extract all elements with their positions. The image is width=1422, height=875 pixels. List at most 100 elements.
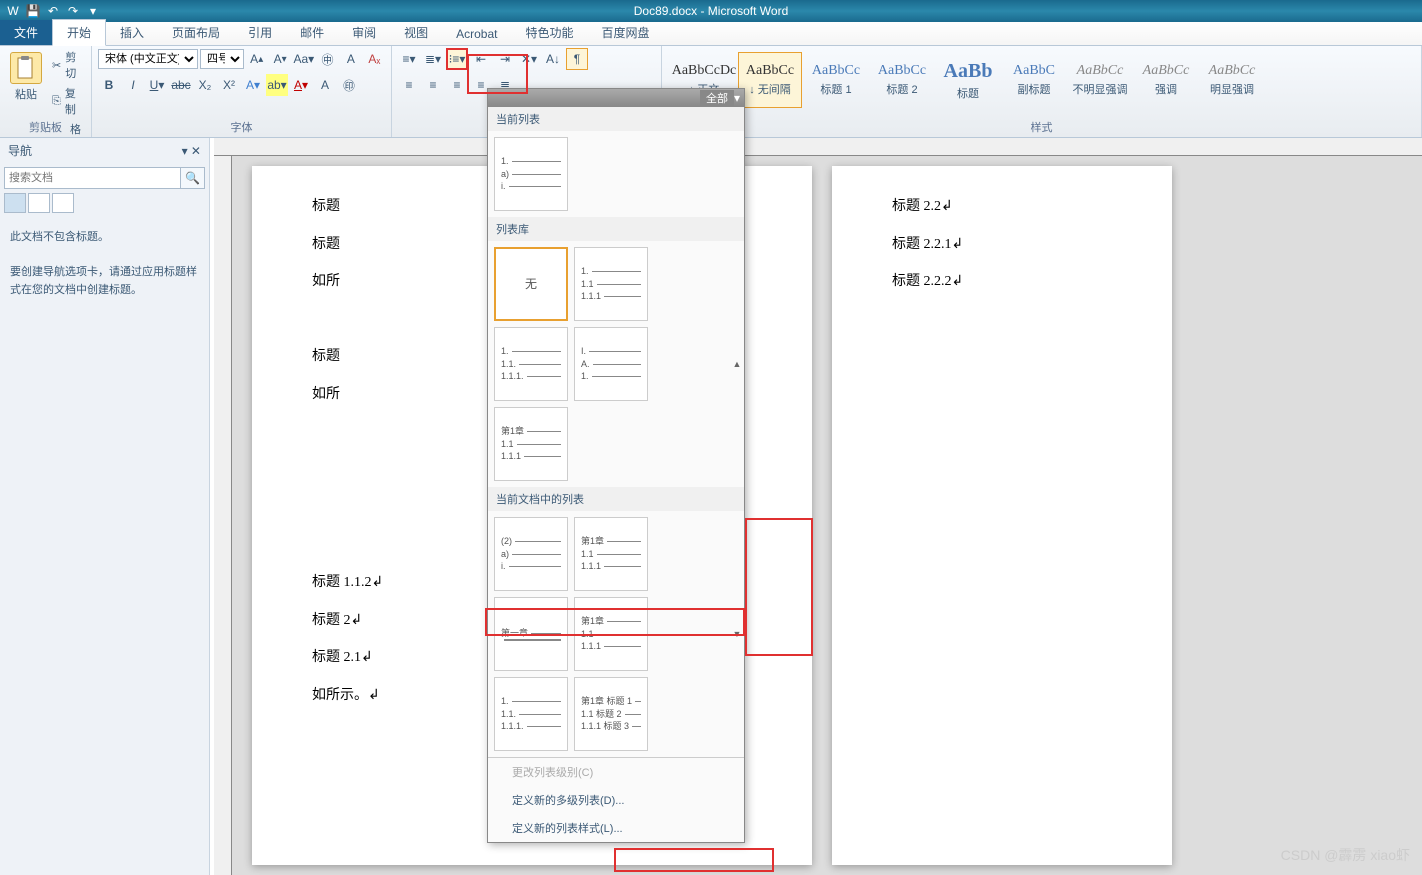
ribbon-tabs: 文件 开始 插入 页面布局 引用 邮件 审阅 视图 Acrobat 特色功能 百… xyxy=(0,22,1422,46)
nav-view-pages[interactable] xyxy=(28,193,50,213)
align-left-button[interactable]: ≡ xyxy=(398,74,420,96)
strikethrough-button[interactable]: abc xyxy=(170,74,192,96)
style-明显强调[interactable]: AaBbCc明显强调 xyxy=(1200,52,1264,108)
align-right-button[interactable]: ≡ xyxy=(446,74,468,96)
search-input[interactable] xyxy=(4,167,181,189)
asian-layout-button[interactable]: ✕▾ xyxy=(518,48,540,70)
nav-title: 导航 xyxy=(8,142,32,159)
style-标题 2[interactable]: AaBbCc标题 2 xyxy=(870,52,934,108)
document-area: 标题标题如所 标题如所 标题 1.1.2↲标题 2↲标题 2.1↲如所示。↲ 标… xyxy=(214,138,1422,875)
text-effects-button[interactable]: A▾ xyxy=(242,74,264,96)
list-preset[interactable]: I.A.1. xyxy=(574,327,648,401)
bold-button[interactable]: B xyxy=(98,74,120,96)
window-title: Doc89.docx - Microsoft Word xyxy=(634,4,789,18)
list-preset[interactable]: 第1章1.11.1.1 xyxy=(574,517,648,591)
font-name-combo[interactable]: 宋体 (中文正文) xyxy=(98,49,198,69)
bullets-button[interactable]: ≡▾ xyxy=(398,48,420,70)
shrink-font-button[interactable]: A▾ xyxy=(269,48,290,70)
dd-filter-all[interactable]: 全部 xyxy=(700,90,734,106)
scroll-up-icon[interactable]: ▲ xyxy=(730,241,744,487)
char-shading-button[interactable]: A xyxy=(314,74,336,96)
sort-button[interactable]: A↓ xyxy=(542,48,564,70)
font-color-button[interactable]: A▾ xyxy=(290,74,312,96)
paste-icon xyxy=(10,52,42,84)
dd-define-new-multilevel[interactable]: 定义新的多级列表(D)... xyxy=(488,786,744,814)
list-preset[interactable]: (2)a)i. xyxy=(494,517,568,591)
group-clipboard: 粘贴 ✂剪切 ⎘复制 🖌格式刷 剪贴板 xyxy=(0,46,92,137)
tab-view[interactable]: 视图 xyxy=(390,20,442,45)
superscript-button[interactable]: X² xyxy=(218,74,240,96)
decrease-indent-button[interactable]: ⇤ xyxy=(470,48,492,70)
qat-more-icon[interactable]: ▾ xyxy=(84,2,102,20)
ruler-vertical[interactable] xyxy=(214,156,232,875)
group-font: 宋体 (中文正文) 四号 A▴ A▾ Aa▾ ㊥ A Aₓ B I U▾ abc… xyxy=(92,46,392,137)
copy-button[interactable]: ⎘复制 xyxy=(50,84,85,118)
tab-baidu[interactable]: 百度网盘 xyxy=(588,20,664,45)
list-preset[interactable]: 1.1.1.1.1.1. xyxy=(494,327,568,401)
multilevel-list-button[interactable]: ⁝≡▾ xyxy=(446,48,468,70)
list-preset[interactable]: 第一章 xyxy=(494,597,568,671)
highlight-button[interactable]: ab▾ xyxy=(266,74,288,96)
tab-references[interactable]: 引用 xyxy=(234,20,286,45)
phonetic-guide-button[interactable]: ㊥ xyxy=(317,48,338,70)
change-case-button[interactable]: Aa▾ xyxy=(293,48,315,70)
group-label: 剪贴板 xyxy=(0,119,91,135)
word-icon[interactable]: W xyxy=(4,2,22,20)
style-标题 1[interactable]: AaBbCc标题 1 xyxy=(804,52,868,108)
multilevel-list-dropdown: 全部▾ 当前列表 1.a)i. 列表库 无1.1.11.1.11.1.1.1.1… xyxy=(487,88,745,843)
ruler-horizontal[interactable] xyxy=(214,138,1422,156)
tab-insert[interactable]: 插入 xyxy=(106,20,158,45)
watermark: CSDN @霹雳 xiao虾 xyxy=(1281,845,1410,865)
show-marks-button[interactable]: ¶ xyxy=(566,48,588,70)
list-preset[interactable]: 第1章 标题 11.1 标题 21.1.1 标题 3 xyxy=(574,677,648,751)
style-强调[interactable]: AaBbCc强调 xyxy=(1134,52,1198,108)
tab-acrobat[interactable]: Acrobat xyxy=(442,23,511,45)
group-styles: AaBbCcDc↓ 正文AaBbCc↓ 无间隔AaBbCc标题 1AaBbCc标… xyxy=(662,46,1422,137)
increase-indent-button[interactable]: ⇥ xyxy=(494,48,516,70)
dd-change-level: 更改列表级别(C) xyxy=(488,758,744,786)
char-border-button[interactable]: A xyxy=(340,48,361,70)
tab-home[interactable]: 开始 xyxy=(52,19,106,46)
scissors-icon: ✂ xyxy=(52,59,61,72)
scroll-down-icon[interactable]: ▼ xyxy=(730,511,744,757)
tab-special[interactable]: 特色功能 xyxy=(511,20,587,45)
list-preset[interactable]: 第1章1.11.1.1 xyxy=(494,407,568,481)
cut-button[interactable]: ✂剪切 xyxy=(50,48,85,82)
font-size-combo[interactable]: 四号 xyxy=(200,49,244,69)
align-center-button[interactable]: ≡ xyxy=(422,74,444,96)
redo-button[interactable]: ↷ xyxy=(64,2,82,20)
list-preset[interactable]: 无 xyxy=(494,247,568,321)
dd-define-new-style[interactable]: 定义新的列表样式(L)... xyxy=(488,814,744,842)
list-preset[interactable]: 1.1.1.1.1.1. xyxy=(494,677,568,751)
style-副标题[interactable]: AaBbC副标题 xyxy=(1002,52,1066,108)
nav-view-results[interactable] xyxy=(52,193,74,213)
tab-mailings[interactable]: 邮件 xyxy=(286,20,338,45)
list-preset[interactable]: 第1章1.11.1.1 xyxy=(574,597,648,671)
undo-button[interactable]: ↶ xyxy=(44,2,62,20)
tab-file[interactable]: 文件 xyxy=(0,20,52,45)
quick-access-toolbar: W 💾 ↶ ↷ ▾ xyxy=(0,2,102,20)
italic-button[interactable]: I xyxy=(122,74,144,96)
clear-format-button[interactable]: Aₓ xyxy=(364,48,385,70)
numbering-button[interactable]: ≣▾ xyxy=(422,48,444,70)
dd-section-document: 当前文档中的列表 xyxy=(488,487,744,511)
nav-view-headings[interactable] xyxy=(4,193,26,213)
nav-message-2: 要创建导航选项卡，请通过应用标题样式在您的文档中创建标题。 xyxy=(10,264,199,299)
list-preset[interactable]: 1.a)i. xyxy=(494,137,568,211)
list-preset[interactable]: 1.1.11.1.1 xyxy=(574,247,648,321)
tab-review[interactable]: 审阅 xyxy=(338,20,390,45)
enclose-char-button[interactable]: ㊞ xyxy=(338,74,360,96)
style-标题[interactable]: AaBb标题 xyxy=(936,52,1000,108)
tab-layout[interactable]: 页面布局 xyxy=(158,20,234,45)
underline-button[interactable]: U▾ xyxy=(146,74,168,96)
style-↓ 无间隔[interactable]: AaBbCc↓ 无间隔 xyxy=(738,52,802,108)
grow-font-button[interactable]: A▴ xyxy=(246,48,267,70)
subscript-button[interactable]: X₂ xyxy=(194,74,216,96)
search-button[interactable]: 🔍 xyxy=(181,167,205,189)
copy-icon: ⎘ xyxy=(52,95,61,108)
page-2[interactable]: 标题 2.2↲标题 2.2.1↲标题 2.2.2↲ xyxy=(832,166,1172,865)
nav-dropdown-icon[interactable]: ▾ ✕ xyxy=(182,144,201,158)
save-button[interactable]: 💾 xyxy=(24,2,42,20)
style-不明显强调[interactable]: AaBbCc不明显强调 xyxy=(1068,52,1132,108)
dd-section-library: 列表库 xyxy=(488,217,744,241)
